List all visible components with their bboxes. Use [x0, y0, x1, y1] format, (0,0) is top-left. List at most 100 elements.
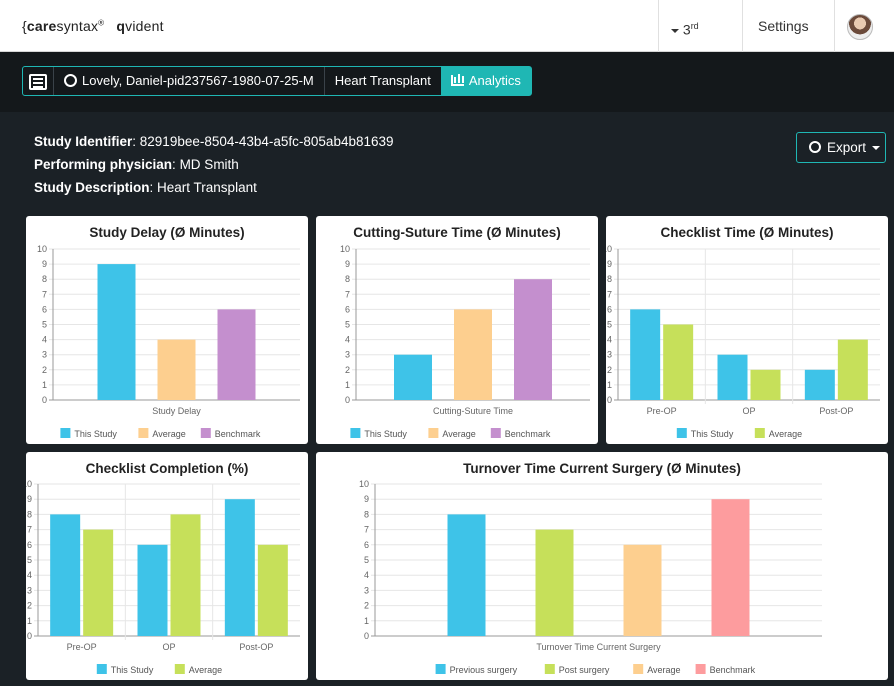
- bar-benchmark-study-delay: [217, 309, 256, 400]
- chart-title: Checklist Completion (%): [86, 461, 249, 476]
- y-tick-label: 5: [27, 555, 32, 565]
- bar-average-op: [750, 369, 781, 400]
- breadcrumb-procedure[interactable]: Heart Transplant: [323, 67, 441, 95]
- y-tick-label: 1: [345, 380, 350, 390]
- legend-label-this-study: This Study: [74, 429, 117, 439]
- y-tick-label: 8: [345, 274, 350, 284]
- legend-label-benchmark: Benchmark: [505, 429, 551, 439]
- y-tick-label: 4: [27, 570, 32, 580]
- legend-label-benchmark: Benchmark: [710, 665, 756, 675]
- y-tick-label: 8: [27, 509, 32, 519]
- legend-label-this-study: This Study: [111, 665, 154, 675]
- y-tick-label: 2: [42, 365, 47, 375]
- y-tick-label: 7: [42, 289, 47, 299]
- chart-panel-cutting-suture: Cutting-Suture Time (Ø Minutes) 0 1 2 3 4 5 6 7 8…: [316, 216, 598, 444]
- chart-checklist-time: Checklist Time (Ø Minutes) 0 1 2 3 4 5 6 7 8 9 10 Pr…: [606, 225, 880, 439]
- chart-panel-checklist-time: Checklist Time (Ø Minutes) 0 1 2 3 4 5 6 7 8 9 10 Pr…: [606, 216, 888, 444]
- y-tick-label: 10: [340, 244, 350, 254]
- bar-this-study-op: [717, 354, 748, 400]
- y-tick-label: 10: [37, 244, 47, 254]
- physician-label: Performing physician: [34, 157, 173, 172]
- bar-average-study-delay: [157, 339, 196, 400]
- y-tick-label: 6: [364, 540, 369, 550]
- x-tick-label: Post-OP: [239, 642, 273, 652]
- avatar: [847, 14, 873, 41]
- chart-title: Checklist Time (Ø Minutes): [660, 225, 833, 240]
- y-tick-label: 3: [607, 350, 612, 360]
- x-tick-label: Turnover Time Current Surgery: [536, 642, 661, 652]
- x-tick-label: Pre-OP: [647, 406, 677, 416]
- y-tick-label: 3: [364, 585, 369, 595]
- y-tick-label: 1: [42, 380, 47, 390]
- chart-title: Turnover Time Current Surgery (Ø Minutes…: [463, 461, 741, 476]
- bar-average-post-op: [257, 544, 288, 636]
- y-tick-label: 0: [607, 395, 612, 405]
- y-tick-label: 8: [42, 274, 47, 284]
- bar-this-study-op: [137, 544, 168, 636]
- legend-swatch-this-study: [350, 428, 361, 438]
- legend-label-this-study: This Study: [364, 429, 407, 439]
- export-label: Export: [827, 140, 867, 155]
- breadcrumb-bar: Lovely, Daniel-pid237567-1980-07-25-M He…: [0, 52, 894, 112]
- breadcrumb-analytics[interactable]: Analytics: [440, 67, 531, 95]
- caret-down-icon: [671, 28, 679, 33]
- legend-swatch-this-study: [96, 664, 107, 674]
- y-tick-label: 7: [345, 289, 350, 299]
- y-tick-label: 3: [345, 350, 350, 360]
- chart-turnover-time: Turnover Time Current Surgery (Ø Minutes…: [359, 461, 822, 675]
- chart-cutting-suture: Cutting-Suture Time (Ø Minutes) 0 1 2 3 4 5 6 7 8…: [340, 225, 590, 439]
- x-tick-label: Pre-OP: [67, 642, 97, 652]
- brand-syntax: syntax: [56, 18, 99, 34]
- y-tick-label: 7: [27, 525, 32, 535]
- study-info: Study Identifier: 82919bee-8504-43b4-a5f…: [34, 130, 394, 199]
- y-tick-label: 0: [345, 395, 350, 405]
- legend-label-previous-surgery: Previous surgery: [450, 665, 518, 675]
- legend-label-average: Average: [769, 429, 802, 439]
- x-tick-label: Post-OP: [819, 406, 853, 416]
- legend-swatch-this-study: [60, 428, 71, 438]
- third-party-dropdown[interactable]: 3rd party: [658, 0, 742, 90]
- y-tick-label: 9: [27, 494, 32, 504]
- study-identifier-row: Study Identifier: 82919bee-8504-43b4-a5f…: [34, 134, 394, 149]
- brand-logo[interactable]: {caresyntax® qvident: [22, 18, 164, 34]
- brand-product-initial: q: [116, 18, 126, 34]
- legend-label-average: Average: [152, 429, 185, 439]
- y-tick-label: 4: [607, 335, 612, 345]
- y-tick-label: 1: [364, 616, 369, 626]
- bar-benchmark-turnover-time-current-surgery: [711, 499, 750, 636]
- x-tick-label: Cutting-Suture Time: [433, 406, 513, 416]
- bar-benchmark-cutting-suture-time: [514, 279, 552, 400]
- user-circle-icon: [64, 74, 77, 87]
- y-tick-label: 10: [359, 479, 369, 489]
- chart-study-delay: Study Delay (Ø Minutes) 0 1 2 3 4 5 6 7 8 9 10 Study…: [37, 225, 300, 439]
- y-tick-label: 3: [42, 350, 47, 360]
- x-tick-label: Study Delay: [152, 406, 201, 416]
- y-tick-label: 7: [364, 525, 369, 535]
- chart-panel-turnover-time: Turnover Time Current Surgery (Ø Minutes…: [316, 452, 888, 680]
- y-tick-label: 3: [27, 585, 32, 595]
- y-tick-label: 4: [345, 335, 350, 345]
- user-menu[interactable]: [834, 0, 894, 82]
- export-button[interactable]: Export: [796, 132, 886, 163]
- y-tick-label: 2: [607, 365, 612, 375]
- y-tick-label: 2: [27, 601, 32, 611]
- brand-care: care: [26, 18, 57, 34]
- legend-swatch-average: [138, 428, 149, 438]
- study-identifier-label: Study Identifier: [34, 134, 133, 149]
- y-tick-label: 10: [26, 479, 32, 489]
- settings-dropdown[interactable]: Settings: [742, 0, 834, 82]
- y-tick-label: 5: [345, 320, 350, 330]
- legend-swatch-average: [754, 428, 765, 438]
- x-tick-label: OP: [162, 642, 175, 652]
- study-description-label: Study Description: [34, 180, 150, 195]
- legend-swatch-previous-surgery: [435, 664, 446, 674]
- legend-swatch-benchmark: [695, 664, 706, 674]
- chart-panel-checklist-completion: Checklist Completion (%) 0 1 2 3 4 5 6 7 8 9 10 Pre-…: [26, 452, 308, 680]
- breadcrumb-patient[interactable]: Lovely, Daniel-pid237567-1980-07-25-M: [53, 67, 324, 95]
- menu-button[interactable]: [23, 67, 53, 95]
- y-tick-label: 6: [607, 304, 612, 314]
- bar-average-turnover-time-current-surgery: [623, 544, 662, 636]
- legend-label-this-study: This Study: [691, 429, 734, 439]
- breadcrumb: Lovely, Daniel-pid237567-1980-07-25-M He…: [22, 66, 532, 96]
- y-tick-label: 4: [42, 335, 47, 345]
